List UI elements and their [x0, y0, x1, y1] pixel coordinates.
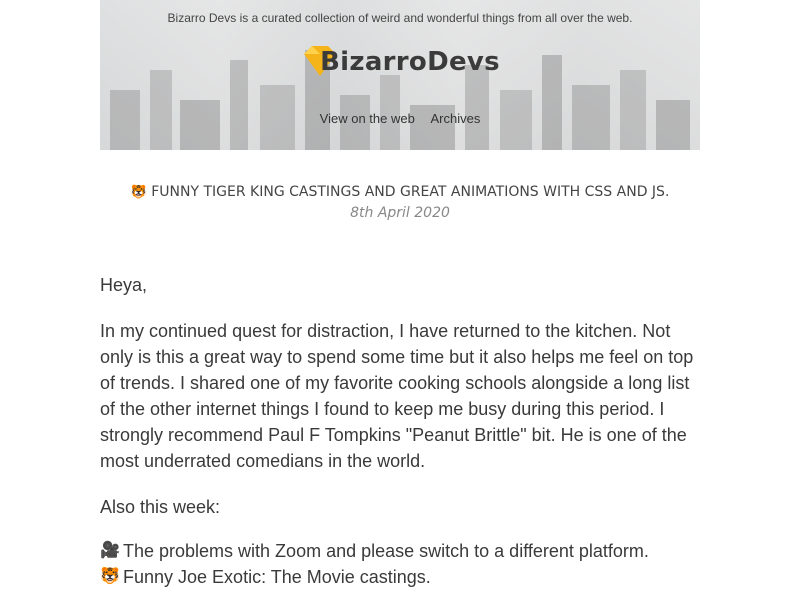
- tiger-icon: 🐯: [100, 568, 120, 585]
- header-banner: Bizarro Devs is a curated collection of …: [100, 0, 700, 150]
- subject-title: FUNNY TIGER KING CASTINGS AND GREAT ANIM…: [151, 184, 670, 200]
- header-tagline: Bizarro Devs is a curated collection of …: [167, 11, 633, 25]
- archives-link[interactable]: Archives: [430, 111, 480, 126]
- logo-text: BizarroDevs: [320, 47, 500, 77]
- email-subject: 🐯 FUNNY TIGER KING CASTINGS AND GREAT AN…: [100, 182, 700, 224]
- list-item[interactable]: 🐯 Funny Joe Exotic: The Movie castings.: [100, 564, 700, 590]
- list-item-text: The problems with Zoom and please switch…: [123, 541, 649, 561]
- intro-paragraph: In my continued quest for distraction, I…: [100, 321, 694, 471]
- list-item-text: Funny Joe Exotic: The Movie castings.: [123, 567, 431, 587]
- tiger-icon: 🐯: [130, 185, 147, 200]
- email-container: Bizarro Devs is a curated collection of …: [100, 0, 700, 590]
- list-item[interactable]: 🎥 The problems with Zoom and please swit…: [100, 538, 700, 564]
- view-on-web-link[interactable]: View on the web: [320, 111, 415, 126]
- also-this-week-heading: Also this week:: [100, 497, 221, 517]
- bizarrodevs-logo[interactable]: BizarroDevs: [100, 42, 700, 82]
- highlights-list: 🎥 The problems with Zoom and please swit…: [100, 538, 700, 590]
- subject-date: 8th April 2020: [350, 205, 450, 221]
- header-nav: View on the web Archives: [100, 111, 700, 126]
- email-body: Heya, In my continued quest for distract…: [100, 272, 700, 590]
- video-camera-icon: 🎥: [100, 542, 120, 559]
- greeting: Heya,: [100, 275, 148, 295]
